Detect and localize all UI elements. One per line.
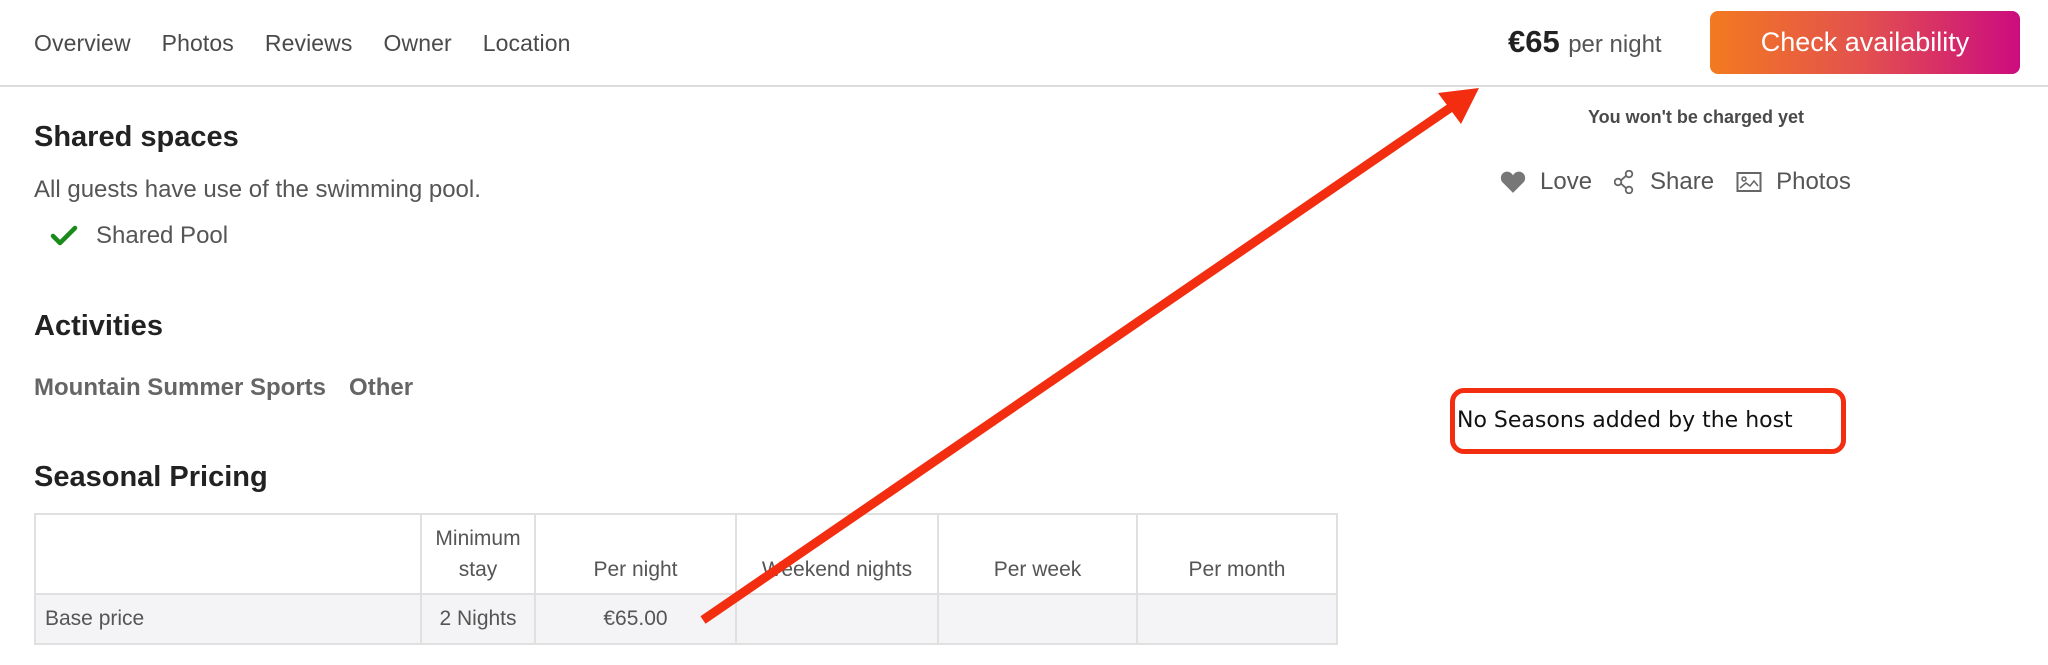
seasonal-pricing-heading: Seasonal Pricing <box>34 461 268 493</box>
cell-minimum-stay: 2 Nights <box>420 593 536 645</box>
cell-per-week <box>937 593 1138 645</box>
charge-note: You won't be charged yet <box>1588 107 1804 127</box>
table-header-row: Minimum stay Per night Weekend nights Pe… <box>34 513 1338 595</box>
image-icon <box>1736 172 1762 192</box>
annotation-note: No Seasons added by the host <box>1457 408 1793 433</box>
photos-button[interactable]: Photos <box>1736 168 1851 196</box>
amenity-item: Shared Pool <box>50 222 228 250</box>
heart-icon <box>1500 171 1526 193</box>
header-cell-per-month: Per month <box>1136 513 1338 595</box>
activity-item: Other <box>349 374 414 401</box>
nightly-price: €65 per night <box>1508 24 1662 66</box>
activities-list: Mountain Summer Sports Other <box>34 374 436 402</box>
seasonal-pricing-table: Minimum stay Per night Weekend nights Pe… <box>34 513 1338 645</box>
arrow-head <box>1438 88 1479 124</box>
row-label: Base price <box>34 593 422 645</box>
top-navigation-bar: Overview Photos Reviews Owner Location €… <box>0 0 2048 87</box>
tab-owner[interactable]: Owner <box>384 27 452 59</box>
tab-location[interactable]: Location <box>483 27 571 59</box>
shared-spaces-description: All guests have use of the swimming pool… <box>34 176 481 203</box>
cell-per-night: €65.00 <box>534 593 737 645</box>
header-cell-per-night: Per night <box>534 513 737 595</box>
table-row: Base price 2 Nights €65.00 <box>34 593 1338 645</box>
section-tabs: Overview Photos Reviews Owner Location <box>34 27 602 59</box>
checkmark-icon <box>50 225 78 246</box>
love-button[interactable]: Love <box>1500 168 1592 196</box>
listing-actions: Love Share Photos <box>1500 168 1873 196</box>
check-availability-button[interactable]: Check availability <box>1710 11 2020 74</box>
header-cell-weekend-nights: Weekend nights <box>735 513 939 595</box>
header-cell-per-week: Per week <box>937 513 1138 595</box>
amenity-label: Shared Pool <box>96 222 229 249</box>
header-cell-label <box>34 513 422 595</box>
shared-spaces-heading: Shared spaces <box>34 121 239 153</box>
photos-label: Photos <box>1776 168 1851 195</box>
share-button[interactable]: Share <box>1614 168 1714 196</box>
tab-reviews[interactable]: Reviews <box>265 27 353 59</box>
share-icon <box>1614 170 1634 194</box>
cell-per-month <box>1136 593 1338 645</box>
header-cell-minimum-stay: Minimum stay <box>420 513 536 595</box>
activities-heading: Activities <box>34 310 163 342</box>
cell-weekend-nights <box>735 593 939 645</box>
tab-overview[interactable]: Overview <box>34 27 131 59</box>
love-label: Love <box>1540 168 1593 195</box>
share-label: Share <box>1650 168 1715 195</box>
activity-item: Mountain Summer Sports <box>34 374 327 401</box>
price-amount: €65 <box>1508 24 1560 59</box>
tab-photos[interactable]: Photos <box>162 27 234 59</box>
price-unit: per night <box>1568 31 1662 58</box>
